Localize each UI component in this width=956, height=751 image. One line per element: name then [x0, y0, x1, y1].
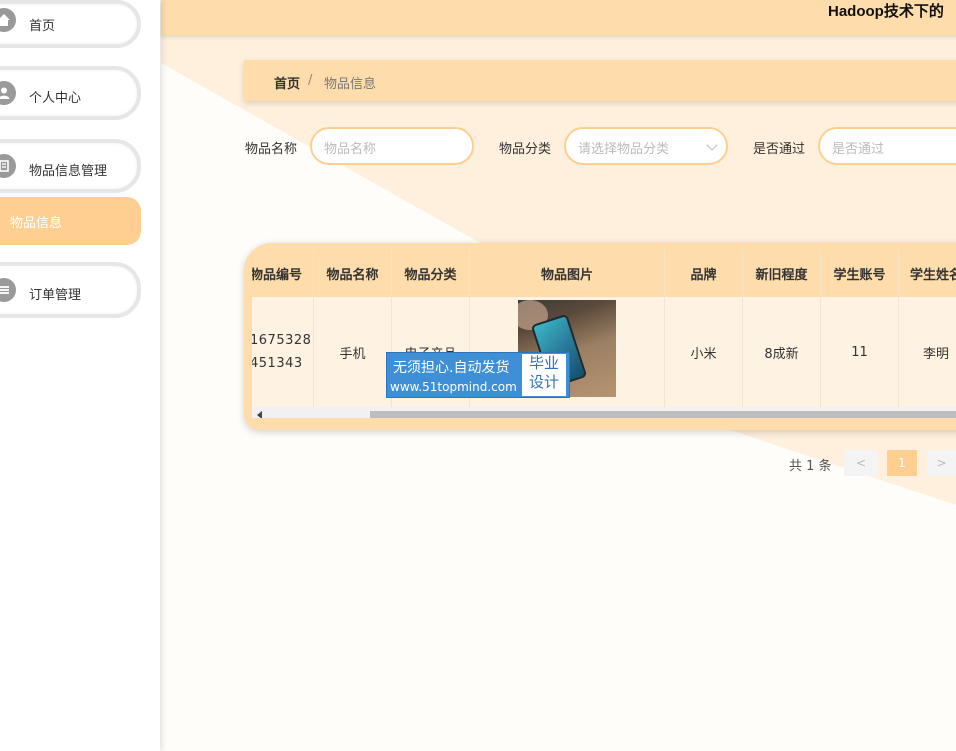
goods-category-label: 物品分类 [499, 142, 552, 157]
table-cell-account: 11 [821, 297, 899, 407]
list-icon [0, 278, 16, 302]
column-header[interactable]: 物品名称 [314, 250, 392, 297]
watermark-badge: 毕业 设计 [522, 354, 566, 396]
book-icon [0, 154, 16, 178]
column-header[interactable]: 物品编号 [252, 250, 314, 297]
pagination-page-button[interactable]: 1 [887, 450, 917, 476]
pagination-total: 共 1 条 [789, 459, 832, 474]
horizontal-scrollbar[interactable] [252, 407, 956, 418]
goods-name-label: 物品名称 [245, 142, 298, 157]
watermark-badge-line: 设计 [528, 373, 559, 391]
approved-label: 是否通过 [753, 142, 806, 157]
table-cell-brand: 小米 [665, 297, 743, 407]
sidebar-item-orders[interactable]: 订单管理 [0, 262, 141, 318]
table-cell-id: 1675328 451343 [252, 297, 314, 407]
table-cell-student: 李明 [899, 297, 956, 407]
pagination-next-button[interactable]: > [927, 450, 956, 476]
id-line: 451343 [252, 356, 303, 371]
top-header: Hadoop技术下的 [161, 0, 956, 35]
breadcrumb-separator: / [308, 73, 313, 88]
sidebar-subitem-goods-info[interactable]: 物品信息 [0, 197, 141, 245]
goods-category-select[interactable]: 请选择物品分类 [564, 127, 728, 165]
sidebar-item-home[interactable]: 首页 [0, 0, 141, 48]
user-icon [0, 81, 16, 105]
column-header[interactable]: 新旧程度 [743, 250, 821, 297]
approved-placeholder: 是否通过 [832, 142, 885, 157]
column-header[interactable]: 物品分类 [392, 250, 470, 297]
column-header[interactable]: 物品图片 [470, 250, 665, 297]
scroll-left-icon[interactable] [257, 411, 262, 418]
home-icon [0, 8, 16, 32]
goods-table: 物品编号 物品名称 物品分类 物品图片 品牌 新旧程度 学生账号 学生姓名 16… [244, 243, 956, 430]
sidebar-item-label: 物品信息管理 [29, 164, 108, 179]
table-cell-name: 手机 [314, 297, 392, 407]
breadcrumb: 首页 / 物品信息 [244, 60, 956, 101]
goods-name-placeholder: 物品名称 [324, 142, 377, 157]
column-header[interactable]: 学生姓名 [899, 250, 956, 297]
sidebar-item-label: 个人中心 [29, 91, 82, 106]
column-header[interactable]: 学生账号 [821, 250, 899, 297]
watermark-badge-line: 毕业 [528, 354, 559, 372]
watermark-banner: 无须担心.自动发货 www.51topmind.com 毕业 设计 [386, 352, 570, 398]
sidebar-item-label: 订单管理 [29, 288, 82, 303]
sidebar-item-profile[interactable]: 个人中心 [0, 66, 141, 120]
watermark-text: 无须担心.自动发货 [393, 360, 510, 376]
breadcrumb-current: 物品信息 [324, 77, 377, 92]
breadcrumb-home[interactable]: 首页 [274, 73, 300, 92]
app-title: Hadoop技术下的 [828, 3, 944, 20]
goods-category-placeholder: 请选择物品分类 [578, 142, 670, 157]
sidebar-item-goods-management[interactable]: 物品信息管理 [0, 139, 141, 193]
table-cell-condition: 8成新 [743, 297, 821, 407]
scrollbar-thumb[interactable] [370, 411, 956, 418]
approved-input[interactable]: 是否通过 [818, 127, 956, 165]
chevron-down-icon [706, 139, 718, 151]
goods-name-input[interactable]: 物品名称 [310, 127, 474, 165]
column-header[interactable]: 品牌 [665, 250, 743, 297]
sidebar-item-label: 首页 [29, 19, 56, 34]
sidebar: 首页 个人中心 物品信息管理 物品信息 订单管理 [0, 0, 160, 751]
table-body: 物品编号 物品名称 物品分类 物品图片 品牌 新旧程度 学生账号 学生姓名 16… [252, 250, 956, 418]
pagination-prev-button[interactable]: < [844, 450, 878, 476]
watermark-url: www.51topmind.com [390, 380, 517, 394]
sidebar-item-label: 物品信息 [10, 216, 63, 231]
id-line: 1675328 [252, 333, 312, 348]
